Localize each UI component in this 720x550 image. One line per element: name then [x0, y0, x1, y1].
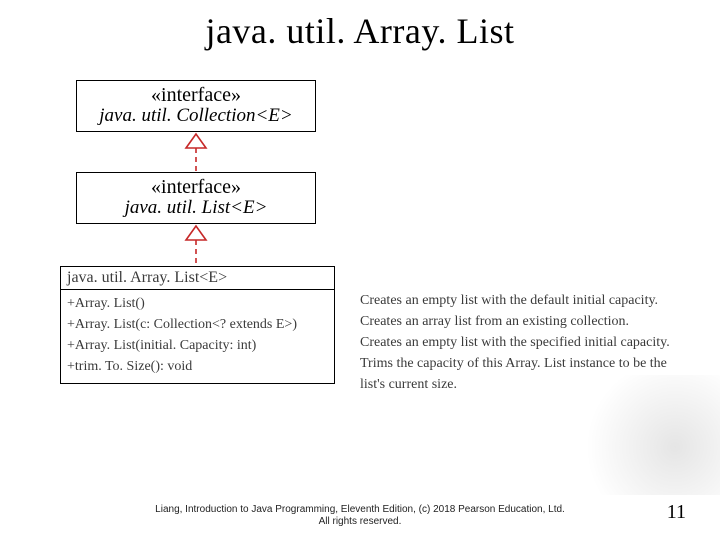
method-signature: +Array. List(): [67, 293, 328, 314]
footer-line: Liang, Introduction to Java Programming,…: [155, 504, 565, 515]
method-description: Creates an array list from an existing c…: [360, 311, 680, 332]
method-description: Trims the capacity of this Array. List i…: [360, 353, 680, 395]
class-arraylist-name: java. util. Array. List<E>: [60, 266, 335, 290]
interface-list-box: «interface» java. util. List<E>: [76, 172, 316, 224]
inheritance-arrow-icon: [76, 132, 316, 172]
method-description: Creates an empty list with the specified…: [360, 332, 680, 353]
interface-collection-name: java. util. Collection<E>: [81, 105, 311, 127]
methods-compartment: +Array. List() +Array. List(c: Collectio…: [60, 290, 335, 384]
page-number: 11: [667, 501, 686, 524]
stereotype-label: «interface»: [81, 84, 311, 107]
slide-footer: Liang, Introduction to Java Programming,…: [0, 504, 720, 528]
interface-collection-box: «interface» java. util. Collection<E>: [76, 80, 316, 132]
method-signature: +Array. List(c: Collection<? extends E>): [67, 314, 328, 335]
footer-line: All rights reserved.: [319, 516, 402, 527]
class-arraylist-block: java. util. Array. List<E> +Array. List(…: [60, 266, 660, 384]
method-signature: +trim. To. Size(): void: [67, 356, 328, 377]
slide-title: java. util. Array. List: [0, 10, 720, 52]
method-signature: +Array. List(initial. Capacity: int): [67, 335, 328, 356]
method-descriptions: Creates an empty list with the default i…: [360, 290, 680, 395]
stereotype-label: «interface»: [81, 176, 311, 199]
uml-diagram: «interface» java. util. Collection<E> «i…: [60, 80, 660, 384]
inheritance-arrow-icon: [76, 224, 316, 264]
method-description: Creates an empty list with the default i…: [360, 290, 680, 311]
interface-list-name: java. util. List<E>: [81, 197, 311, 219]
